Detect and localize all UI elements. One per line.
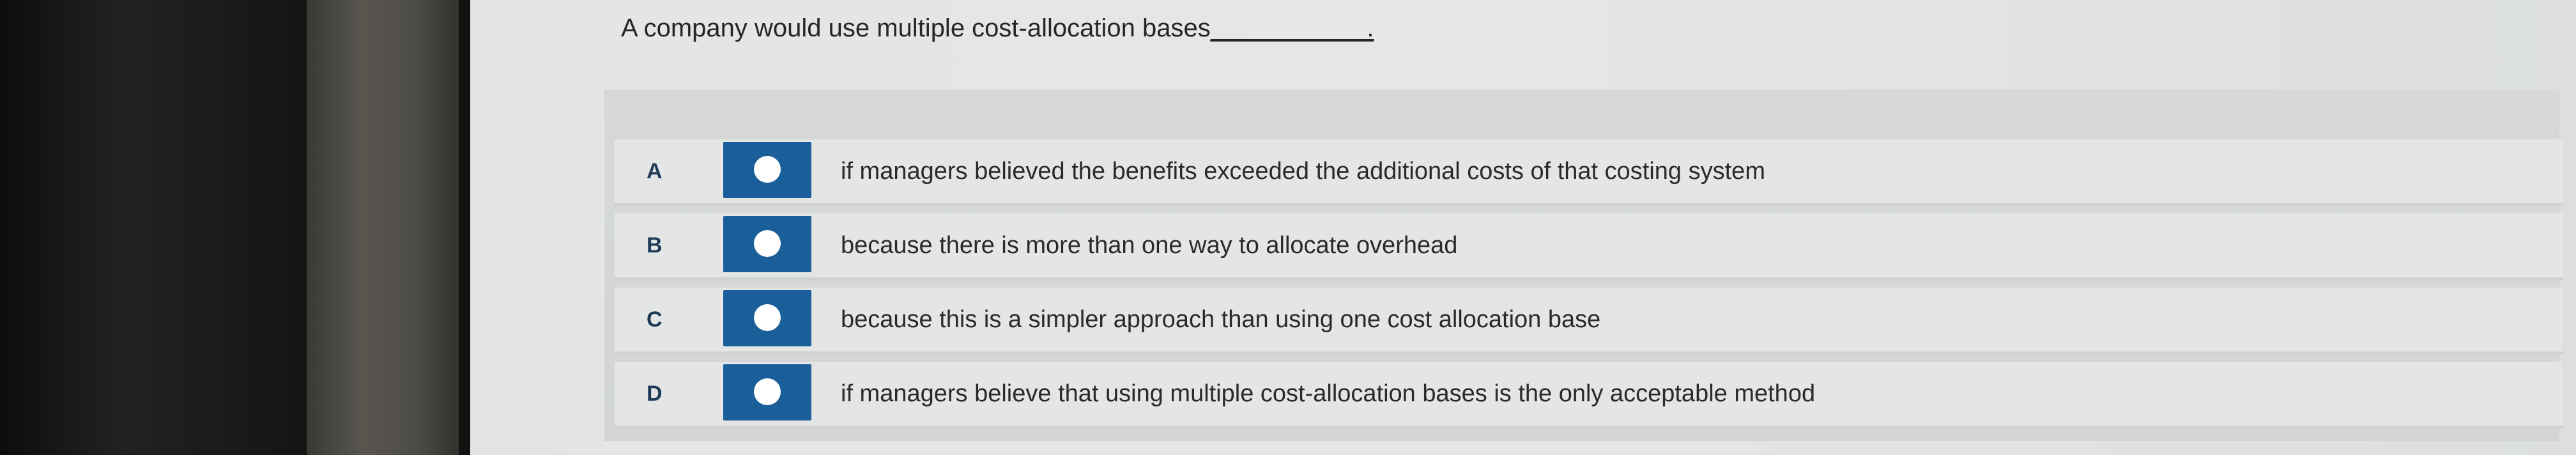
radio-dot-icon bbox=[754, 304, 781, 331]
radio-dot-icon bbox=[754, 378, 781, 405]
option-letter: D bbox=[647, 382, 663, 406]
monitor-bezel-edge bbox=[459, 0, 470, 455]
option-text: because there is more than one way to al… bbox=[841, 232, 1458, 259]
radio-button-b[interactable] bbox=[723, 216, 811, 272]
radio-button-c[interactable] bbox=[723, 290, 811, 346]
radio-button-d[interactable] bbox=[723, 364, 811, 420]
option-row-c[interactable]: C because this is a simpler approach tha… bbox=[615, 288, 2563, 354]
question-prompt: A company would use multiple cost-alloca… bbox=[621, 14, 1374, 43]
option-row-a[interactable]: A if managers believed the benefits exce… bbox=[615, 139, 2563, 206]
option-letter: A bbox=[647, 159, 663, 183]
option-row-b[interactable]: B because there is more than one way to … bbox=[615, 213, 2563, 280]
question-blank: ___________. bbox=[1210, 14, 1374, 42]
option-letter: B bbox=[647, 233, 663, 258]
quiz-screen: A company would use multiple cost-alloca… bbox=[470, 0, 2576, 455]
option-letter: C bbox=[647, 307, 663, 332]
option-text: if managers believe that using multiple … bbox=[841, 380, 1816, 407]
radio-dot-icon bbox=[754, 156, 781, 183]
option-row-d[interactable]: D if managers believe that using multipl… bbox=[615, 362, 2563, 428]
option-text: if managers believed the benefits exceed… bbox=[841, 158, 1765, 185]
radio-dot-icon bbox=[754, 230, 781, 257]
option-text: because this is a simpler approach than … bbox=[841, 306, 1601, 333]
monitor-bezel-strip bbox=[307, 0, 466, 455]
monitor-bezel-left bbox=[0, 0, 307, 455]
radio-button-a[interactable] bbox=[723, 142, 811, 198]
question-text: A company would use multiple cost-alloca… bbox=[621, 14, 1211, 42]
